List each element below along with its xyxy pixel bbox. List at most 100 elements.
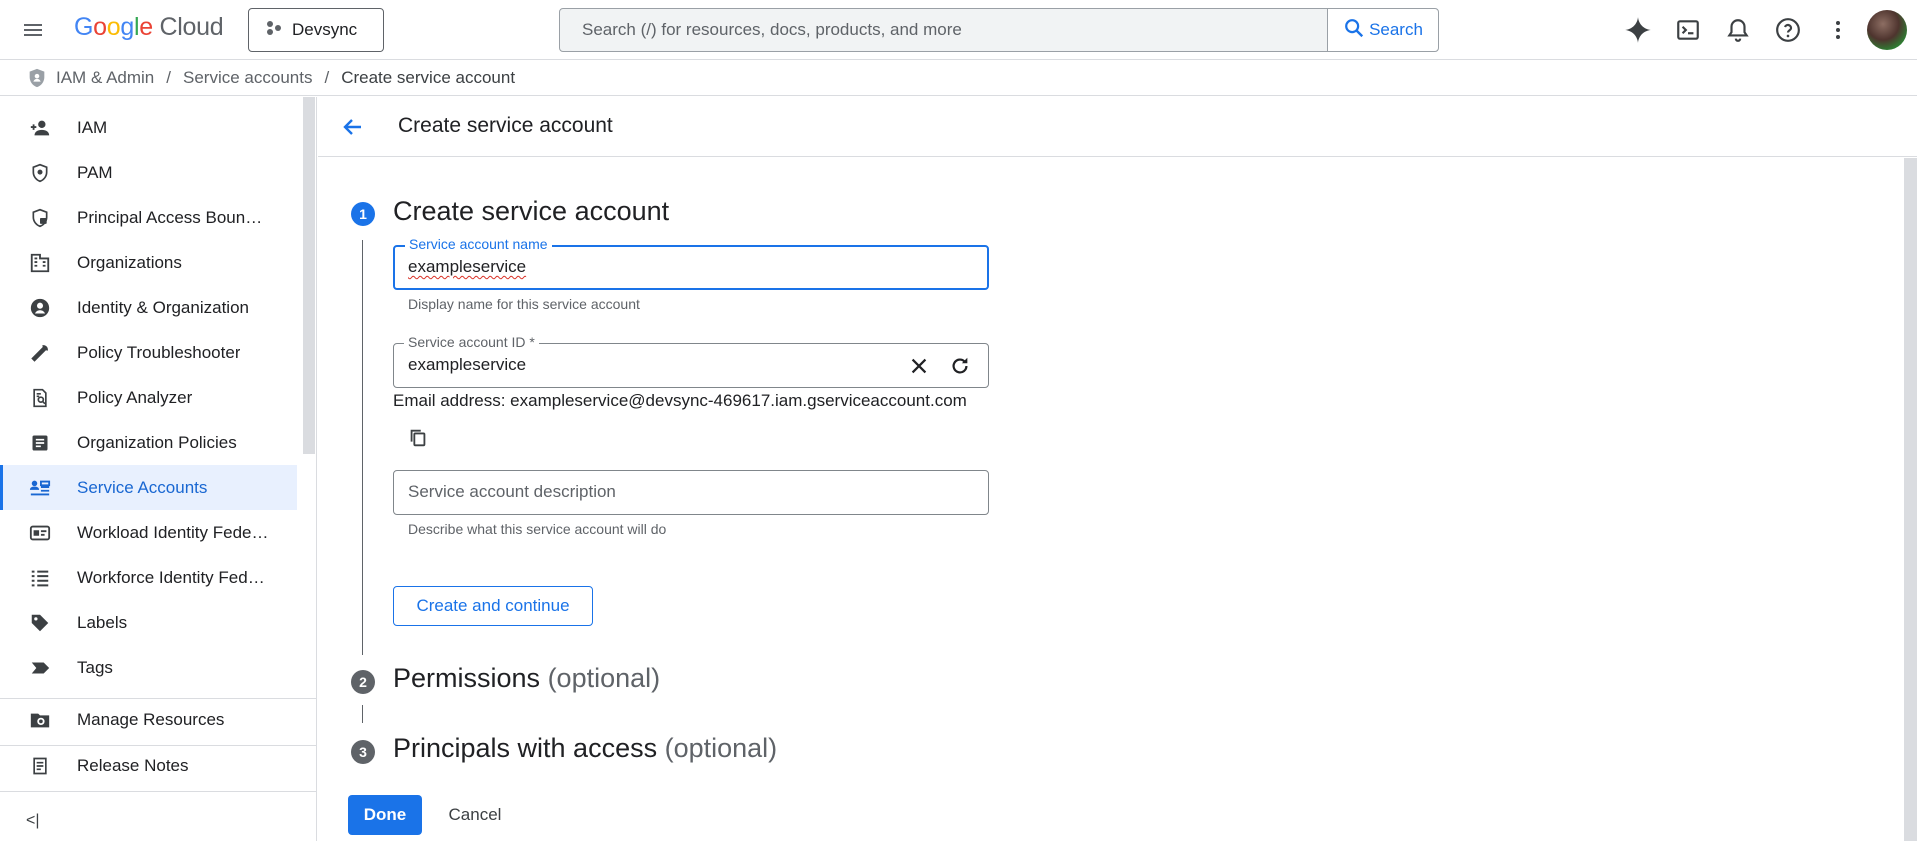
sidebar-item-label: Service Accounts [77, 477, 208, 497]
tag-icon [25, 657, 55, 679]
label-icon [25, 612, 55, 634]
sidebar-item-label: Workload Identity Fede… [77, 522, 269, 542]
shield-lock-icon [25, 207, 55, 229]
cloud-shell-icon[interactable] [1672, 14, 1704, 46]
sidebar-item-label: Identity & Organization [77, 297, 249, 317]
service-account-id-label: Service account ID * [404, 334, 539, 350]
sidebar-scrollbar[interactable] [303, 97, 315, 454]
step-connector [362, 240, 363, 655]
sidebar-item-workforce-identity-federation[interactable]: Workforce Identity Fed… [0, 555, 297, 600]
sidebar-item-label: Principal Access Boun… [77, 207, 263, 227]
refresh-icon[interactable] [949, 355, 971, 382]
page-header: Create service account [318, 97, 1917, 157]
service-account-id-field[interactable]: Service account ID * exampleservice [393, 334, 989, 388]
step-title-text: Principals with access [393, 733, 658, 763]
sidebar-item-label: Organization Policies [77, 432, 237, 452]
list-icon [25, 567, 55, 589]
breadcrumb-iam-admin[interactable]: IAM & Admin [56, 68, 154, 88]
email-address: Email address: exampleservice@devsync-46… [393, 391, 967, 411]
project-icon [266, 20, 282, 41]
sidebar-divider [0, 791, 317, 792]
more-vert-icon[interactable] [1822, 14, 1854, 46]
service-account-id-value: exampleservice [408, 355, 527, 374]
clear-icon[interactable] [908, 355, 930, 382]
search-input[interactable]: Search (/) for resources, docs, products… [560, 9, 1327, 51]
document-search-icon [25, 387, 55, 409]
account-circle-icon [25, 297, 55, 319]
sidebar-item-label: Organizations [77, 252, 182, 272]
service-account-description-field[interactable]: Service account description [393, 470, 989, 515]
sidebar-item-tags[interactable]: Tags [0, 645, 297, 690]
step-optional-tag: (optional) [664, 733, 778, 763]
sidebar: IAM PAM Principal Access Boun… Organizat… [0, 97, 317, 841]
main-scrollbar[interactable] [1904, 158, 1917, 841]
main-menu-icon[interactable] [18, 15, 48, 45]
breadcrumb: IAM & Admin / Service accounts / Create … [0, 61, 1917, 96]
create-and-continue-button[interactable]: Create and continue [393, 586, 593, 626]
breadcrumb-separator: / [166, 68, 171, 87]
sidebar-item-principal-access-boundary[interactable]: Principal Access Boun… [0, 195, 297, 240]
iam-shield-icon [26, 66, 48, 90]
step-connector [362, 705, 363, 723]
folder-settings-icon [25, 709, 55, 731]
sidebar-item-policy-analyzer[interactable]: Policy Analyzer [0, 375, 297, 420]
back-arrow-icon[interactable] [338, 112, 368, 142]
sidebar-item-pam[interactable]: PAM [0, 150, 297, 195]
sidebar-item-manage-resources[interactable]: Manage Resources [0, 697, 297, 742]
logo-google-text: Google [74, 13, 153, 41]
list-doc-icon [25, 432, 55, 454]
sidebar-item-label: Labels [77, 612, 128, 632]
breadcrumb-service-accounts[interactable]: Service accounts [183, 68, 312, 88]
notifications-icon[interactable] [1722, 14, 1754, 46]
service-account-name-label: Service account name [405, 236, 552, 252]
google-cloud-logo[interactable]: Google Cloud [74, 13, 224, 42]
sidebar-item-label: IAM [77, 117, 108, 137]
cancel-button[interactable]: Cancel [432, 795, 518, 835]
search-icon [1343, 17, 1365, 44]
sidebar-item-label: PAM [77, 162, 113, 182]
project-picker-button[interactable]: Devsync [248, 8, 384, 52]
step-title-text: Create service account [393, 196, 670, 226]
gemini-sparkle-icon[interactable] [1622, 14, 1654, 46]
shield-icon [25, 162, 55, 184]
collapse-sidebar-button[interactable]: <| [26, 812, 40, 830]
sidebar-item-release-notes[interactable]: Release Notes [0, 743, 297, 788]
sidebar-item-label: Release Notes [77, 755, 189, 775]
sidebar-item-organizations[interactable]: Organizations [0, 240, 297, 285]
step-title-text: Permissions [393, 663, 541, 693]
email-value: exampleservice@devsync-469617.iam.gservi… [510, 391, 967, 410]
sidebar-item-service-accounts[interactable]: Service Accounts [0, 465, 297, 510]
step-1-title[interactable]: Create service account [393, 196, 669, 227]
step-1-number: 1 [351, 202, 375, 226]
help-icon[interactable] [1772, 14, 1804, 46]
logo-cloud-text: Cloud [159, 13, 224, 41]
domain-icon [25, 252, 55, 274]
service-account-name-helper: Display name for this service account [408, 296, 640, 312]
done-button[interactable]: Done [348, 795, 422, 835]
service-account-name-field[interactable]: Service account name exampleservice [393, 236, 989, 290]
step-2-title[interactable]: Permissions (optional) [393, 663, 660, 694]
sidebar-item-label: Policy Analyzer [77, 387, 193, 407]
sidebar-item-policy-troubleshooter[interactable]: Policy Troubleshooter [0, 330, 297, 375]
breadcrumb-separator: / [324, 68, 330, 87]
user-avatar[interactable] [1867, 10, 1907, 50]
sidebar-item-identity-organization[interactable]: Identity & Organization [0, 285, 297, 330]
email-label: Email address: [393, 391, 506, 410]
search-bar: Search (/) for resources, docs, products… [559, 8, 1439, 52]
service-account-description-helper: Describe what this service account will … [408, 521, 667, 537]
top-bar: Google Cloud Devsync Search (/) for reso… [0, 0, 1917, 60]
sidebar-item-workload-identity-federation[interactable]: Workload Identity Fede… [0, 510, 297, 555]
sidebar-item-label: Tags [77, 657, 113, 677]
breadcrumb-current: Create service account [341, 68, 516, 87]
id-card-icon [25, 522, 55, 544]
page-title: Create service account [398, 114, 613, 137]
sidebar-item-labels[interactable]: Labels [0, 600, 297, 645]
search-button[interactable]: Search [1327, 9, 1438, 51]
copy-icon[interactable] [407, 427, 429, 454]
step-3-title[interactable]: Principals with access (optional) [393, 733, 777, 764]
sidebar-item-label: Manage Resources [77, 709, 225, 729]
service-account-icon [25, 477, 55, 499]
sidebar-item-label: Workforce Identity Fed… [77, 567, 265, 587]
sidebar-item-organization-policies[interactable]: Organization Policies [0, 420, 297, 465]
sidebar-item-iam[interactable]: IAM [0, 105, 297, 150]
